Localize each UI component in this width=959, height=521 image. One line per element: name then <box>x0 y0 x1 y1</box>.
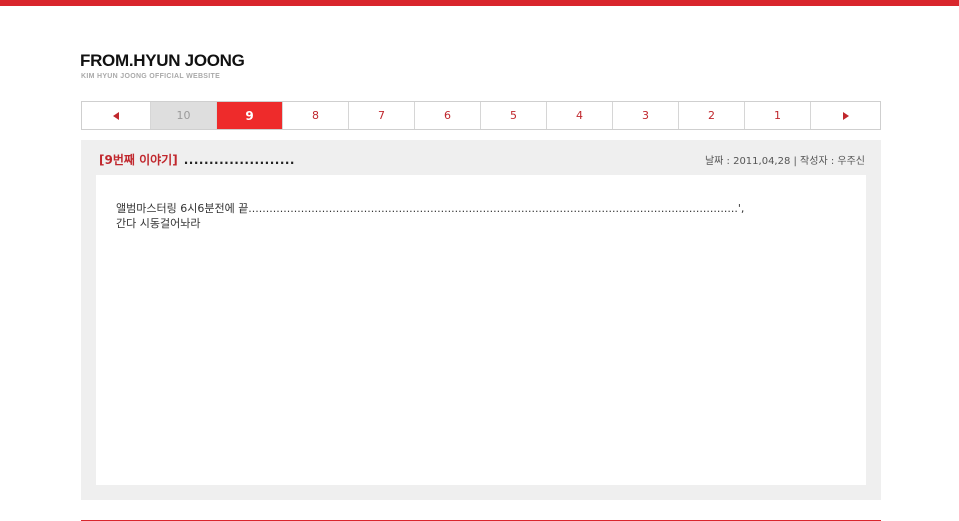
page-navigation: 10 9 8 7 6 5 4 3 2 1 <box>81 101 881 130</box>
page-10[interactable]: 10 <box>151 102 217 129</box>
page-4[interactable]: 4 <box>547 102 613 129</box>
entry-body: 앨범마스터링 6시6분전에 끝.........................… <box>116 201 816 231</box>
page-6[interactable]: 6 <box>415 102 481 129</box>
triangle-right-icon <box>842 111 849 120</box>
entry-line: 앨범마스터링 6시6분전에 끝.........................… <box>116 202 745 215</box>
page-9-current[interactable]: 9 <box>217 102 283 129</box>
page-5[interactable]: 5 <box>481 102 547 129</box>
top-accent-bar <box>0 0 959 6</box>
entry-title-label: [9번째 이야기] <box>99 153 178 167</box>
site-title[interactable]: FROM.HYUN JOONG <box>80 51 245 71</box>
entry-title: [9번째 이야기]...................... <box>99 151 295 168</box>
site-subtitle: KIM HYUN JOONG OFFICIAL WEBSITE <box>81 73 221 80</box>
page-3[interactable]: 3 <box>613 102 679 129</box>
next-page-button[interactable] <box>811 102 880 129</box>
entry-title-dots: ...................... <box>183 153 295 167</box>
page-7[interactable]: 7 <box>349 102 415 129</box>
entry-panel: [9번째 이야기]...................... 날짜 : 201… <box>81 140 881 500</box>
entry-meta: 날짜 : 2011,04,28 | 작성자 : 우주신 <box>704 156 865 167</box>
page-1[interactable]: 1 <box>745 102 811 129</box>
prev-page-button[interactable] <box>82 102 151 129</box>
page-2[interactable]: 2 <box>679 102 745 129</box>
triangle-left-icon <box>113 111 119 120</box>
entry-line: 간다 시동걸어놔라 <box>116 217 201 230</box>
page-8[interactable]: 8 <box>283 102 349 129</box>
entry-content-box: 앨범마스터링 6시6분전에 끝.........................… <box>96 175 866 485</box>
